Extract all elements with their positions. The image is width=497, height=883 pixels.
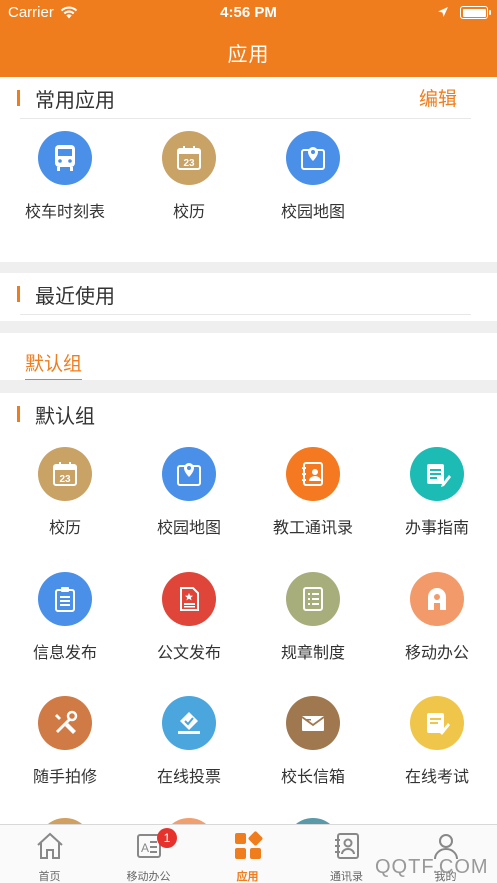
recent-title: 最近使用 <box>35 284 115 308</box>
app-principal-mailbox[interactable]: 校长信箱 <box>251 696 375 787</box>
common-apps-header: 常用应用 编辑 <box>0 77 497 119</box>
recent-header: 最近使用 <box>0 273 497 315</box>
svg-text:A: A <box>140 841 148 855</box>
default-group-title: 默认组 <box>35 404 95 428</box>
app-label: 信息发布 <box>32 643 97 662</box>
bottom-tab-bar: 首页 A 1 移动办公 应用 通讯录 我的 QQTF.COM <box>0 824 497 883</box>
app-campus-map[interactable]: 校园地图 <box>127 447 251 538</box>
tab-label: 首页 <box>38 870 61 883</box>
tab-label: 应用 <box>236 870 259 883</box>
repair-tools-icon <box>38 696 92 750</box>
app-calendar[interactable]: 23 校历 <box>3 447 127 538</box>
app-label: 校车时刻表 <box>24 202 105 221</box>
location-arrow-icon <box>437 6 449 22</box>
tab-label: 移动办公 <box>126 870 171 883</box>
calendar-icon: 23 <box>38 447 92 501</box>
section-divider <box>0 321 497 333</box>
app-label: 移动办公 <box>404 643 469 662</box>
mailbox-icon <box>286 696 340 750</box>
bus-icon <box>38 131 92 185</box>
app-bus-schedule[interactable]: 校车时刻表 <box>3 131 127 222</box>
vote-icon <box>162 696 216 750</box>
app-document-publish[interactable]: 公文发布 <box>127 572 251 663</box>
app-label: 办事指南 <box>404 518 469 537</box>
app-label: 校长信箱 <box>280 767 345 786</box>
document-icon <box>162 572 216 626</box>
tab-apps[interactable]: 应用 <box>198 825 297 883</box>
app-campus-map[interactable]: 校园地图 <box>251 131 375 222</box>
app-label: 校园地图 <box>156 518 221 537</box>
calendar-icon: 23 <box>162 131 216 185</box>
default-group-header: 默认组 <box>0 393 497 435</box>
notification-badge: 1 <box>157 828 177 848</box>
app-label: 随手拍修 <box>32 767 97 786</box>
list-icon <box>286 572 340 626</box>
contacts-icon <box>332 831 362 865</box>
app-regulations[interactable]: 规章制度 <box>251 572 375 663</box>
contacts-book-icon <box>286 447 340 501</box>
mobile-office-icon <box>410 572 464 626</box>
app-label: 在线考试 <box>404 767 469 786</box>
common-apps-title: 常用应用 <box>35 88 115 112</box>
app-photo-repair[interactable]: 随手拍修 <box>3 696 127 787</box>
app-online-vote[interactable]: 在线投票 <box>127 696 251 787</box>
app-label: 规章制度 <box>280 643 345 662</box>
app-online-exam[interactable]: 在线考试 <box>375 696 497 787</box>
exam-icon <box>410 696 464 750</box>
tab-default-group[interactable]: 默认组 <box>25 349 83 381</box>
svg-text:23: 23 <box>183 158 195 169</box>
apps-grid-icon <box>233 831 263 865</box>
svg-text:23: 23 <box>59 474 71 485</box>
watermark: QQTF.COM <box>375 856 489 878</box>
status-time: 4:56 PM <box>220 4 277 21</box>
app-label: 公文发布 <box>156 643 221 662</box>
app-calendar[interactable]: 23 校历 <box>127 131 251 222</box>
guide-icon <box>410 447 464 501</box>
page-title: 应用 <box>227 42 270 66</box>
home-icon <box>35 831 65 865</box>
section-divider <box>0 262 497 273</box>
tab-home[interactable]: 首页 <box>0 825 99 883</box>
map-icon <box>162 447 216 501</box>
clipboard-icon <box>38 572 92 626</box>
app-info-publish[interactable]: 信息发布 <box>3 572 127 663</box>
app-service-guide[interactable]: 办事指南 <box>375 447 497 538</box>
app-mobile-office[interactable]: 移动办公 <box>375 572 497 663</box>
app-header: Carrier 4:56 PM 应用 <box>0 0 497 77</box>
app-label: 在线投票 <box>156 767 221 786</box>
app-staff-directory[interactable]: 教工通讯录 <box>251 447 375 538</box>
status-bar: Carrier 4:56 PM <box>0 0 497 26</box>
app-label: 校历 <box>48 518 81 537</box>
section-divider <box>0 380 497 393</box>
app-label: 校历 <box>172 202 205 221</box>
battery-icon <box>460 6 491 19</box>
app-label: 教工通讯录 <box>272 518 353 537</box>
app-label: 校园地图 <box>280 202 345 221</box>
tab-mobile-office[interactable]: A 1 移动办公 <box>99 825 198 883</box>
edit-button[interactable]: 编辑 <box>419 84 457 111</box>
map-icon <box>286 131 340 185</box>
